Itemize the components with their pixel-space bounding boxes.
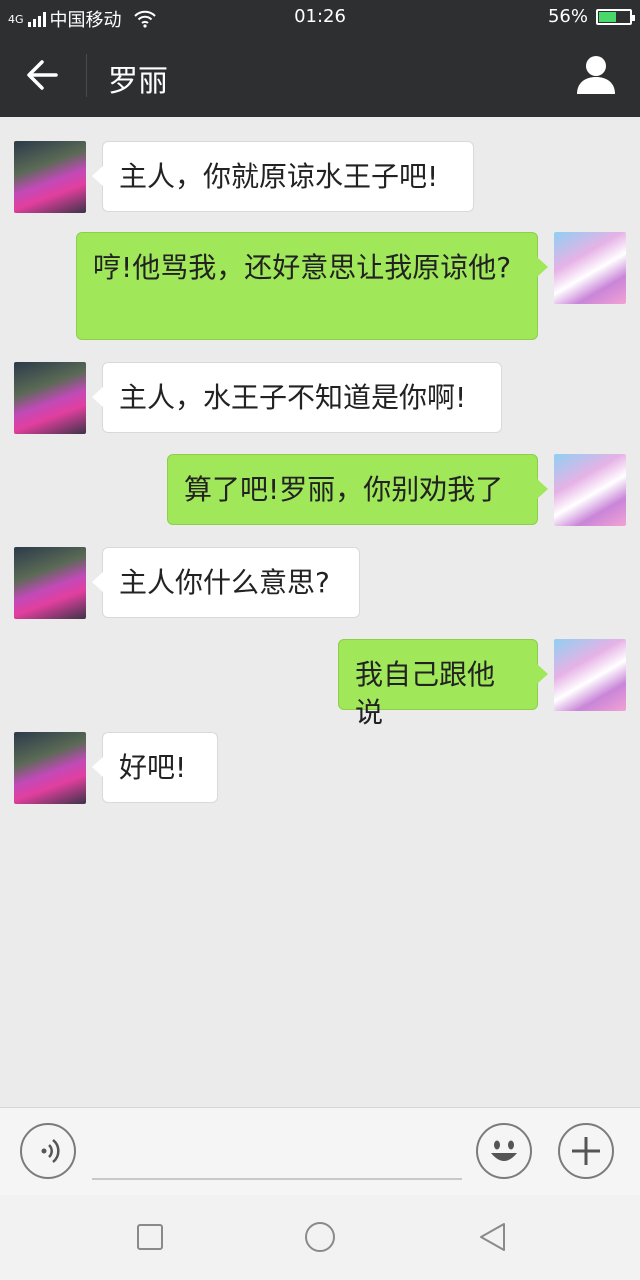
message-bubble[interactable]: 我自己跟他说 xyxy=(338,639,548,729)
avatar[interactable] xyxy=(14,547,86,619)
message-bubble[interactable]: 算了吧!罗丽，你别劝我了 xyxy=(167,454,548,525)
input-bar xyxy=(0,1107,640,1195)
message-text: 主人你什么意思? xyxy=(119,566,330,599)
message-row: 主人你什么意思? xyxy=(0,547,640,619)
emoji-button[interactable] xyxy=(476,1123,532,1179)
status-bar: 4G 中国移动 01:26 56% xyxy=(0,0,640,34)
battery-icon xyxy=(596,8,635,25)
message-row: 我自己跟他说 xyxy=(0,639,640,729)
avatar[interactable] xyxy=(554,232,626,304)
message-bubble[interactable]: 哼!他骂我，还好意思让我原谅他? xyxy=(76,232,548,340)
message-bubble[interactable]: 主人，你就原谅水王子吧! xyxy=(92,141,474,212)
message-text: 我自己跟他说 xyxy=(355,658,496,729)
avatar[interactable] xyxy=(554,454,626,526)
chat-area: 主人，你就原谅水王子吧! 哼!他骂我，还好意思让我原谅他? 主人，水王子不知道是… xyxy=(0,117,640,1107)
person-icon xyxy=(577,56,615,94)
battery-percent: 56% xyxy=(547,6,588,27)
battery-fill xyxy=(599,11,616,22)
chat-title: 罗丽 xyxy=(108,64,168,99)
message-text: 算了吧!罗丽，你别劝我了 xyxy=(184,473,504,506)
avatar[interactable] xyxy=(14,141,86,213)
message-text: 主人，你就原谅水王子吧! xyxy=(119,160,439,193)
message-input[interactable] xyxy=(92,1128,462,1180)
message-text: 主人，水王子不知道是你啊! xyxy=(119,381,467,414)
avatar[interactable] xyxy=(14,362,86,434)
message-text: 哼!他骂我，还好意思让我原谅他? xyxy=(93,251,512,284)
square-icon xyxy=(137,1224,163,1250)
message-text: 好吧! xyxy=(119,751,187,784)
title-bar: 罗丽 xyxy=(0,34,640,117)
voice-button[interactable] xyxy=(20,1123,76,1179)
plus-icon xyxy=(572,1137,600,1165)
message-bubble[interactable]: 主人你什么意思? xyxy=(92,547,360,618)
status-time: 01:26 xyxy=(294,6,346,27)
message-row: 哼!他骂我，还好意思让我原谅他? xyxy=(0,232,640,340)
recent-apps-button[interactable] xyxy=(130,1217,170,1257)
message-row: 算了吧!罗丽，你别劝我了 xyxy=(0,454,640,526)
system-nav-bar xyxy=(0,1195,640,1280)
arrow-left-icon xyxy=(27,60,58,90)
back-nav-button[interactable] xyxy=(472,1217,512,1257)
avatar[interactable] xyxy=(14,732,86,804)
emoji-icon xyxy=(491,1140,517,1161)
message-row: 好吧! xyxy=(0,732,640,804)
title-divider xyxy=(86,54,87,97)
avatar[interactable] xyxy=(554,639,626,711)
message-row: 主人，你就原谅水王子吧! xyxy=(0,141,640,213)
triangle-back-icon xyxy=(480,1223,505,1251)
home-button[interactable] xyxy=(300,1217,340,1257)
plus-button[interactable] xyxy=(558,1123,614,1179)
voice-icon xyxy=(41,1139,60,1163)
circle-icon xyxy=(305,1222,335,1252)
message-bubble[interactable]: 主人，水王子不知道是你啊! xyxy=(92,362,502,433)
profile-button[interactable] xyxy=(574,52,618,96)
status-right: 56% xyxy=(547,6,635,27)
message-bubble[interactable]: 好吧! xyxy=(92,732,218,803)
message-row: 主人，水王子不知道是你啊! xyxy=(0,362,640,434)
back-button[interactable] xyxy=(18,50,68,100)
